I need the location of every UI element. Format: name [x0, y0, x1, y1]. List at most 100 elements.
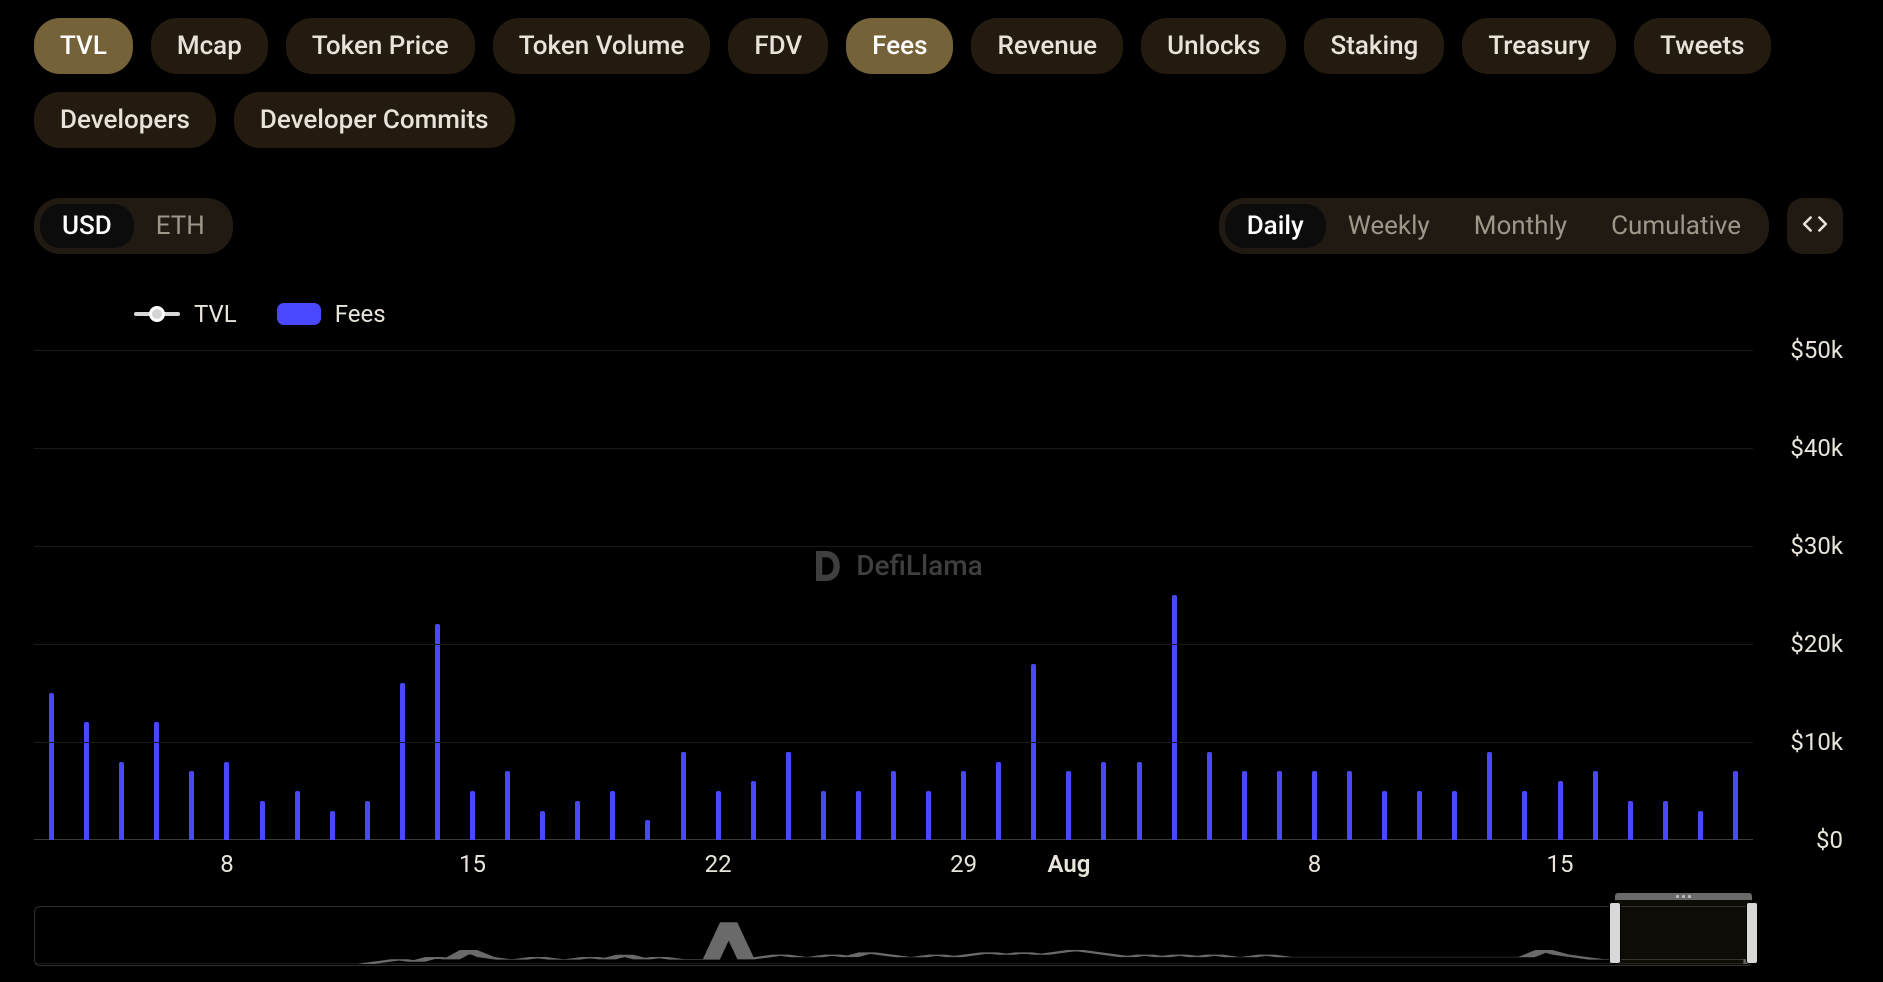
fees-bar[interactable]	[435, 624, 440, 840]
currency-switch: USDETH	[34, 198, 233, 254]
interval-option-monthly[interactable]: Monthly	[1452, 204, 1589, 248]
fees-bar[interactable]	[330, 811, 335, 840]
metric-tab-developers[interactable]: Developers	[34, 92, 216, 148]
legend-label: TVL	[194, 300, 237, 328]
metric-tab-tweets[interactable]: Tweets	[1634, 18, 1770, 74]
metric-tab-fdv[interactable]: FDV	[728, 18, 828, 74]
chart-y-axis: $0$10k$20k$30k$40k$50k	[1753, 350, 1843, 840]
fees-bar[interactable]	[505, 771, 510, 840]
fees-bar[interactable]	[575, 801, 580, 840]
fees-bar[interactable]	[1452, 791, 1457, 840]
fees-bar[interactable]	[365, 801, 370, 840]
fees-bar[interactable]	[49, 693, 54, 840]
metric-tab-tvl[interactable]: TVL	[34, 18, 133, 74]
fees-bar[interactable]	[154, 722, 159, 840]
fees-bar[interactable]	[189, 771, 194, 840]
chart-plot[interactable]: DefiLlama	[34, 350, 1753, 840]
metric-tabs-row-2: Developers Developer Commits	[34, 92, 1843, 148]
fees-bar[interactable]	[1698, 811, 1703, 840]
chart-controls-row: USDETH DailyWeeklyMonthlyCumulative	[34, 198, 1843, 254]
fees-bar[interactable]	[856, 791, 861, 840]
metric-tab-developer-commits[interactable]: Developer Commits	[234, 92, 515, 148]
chart-legend: TVL Fees	[134, 300, 1843, 328]
fees-bar[interactable]	[1558, 781, 1563, 840]
fees-bar[interactable]	[224, 762, 229, 840]
metric-tabs-row-1: TVL Mcap Token Price Token Volume FDV Fees Rev…	[34, 18, 1843, 74]
y-tick-label: $0	[1802, 826, 1843, 854]
y-tick-label: $20k	[1776, 630, 1843, 658]
x-tick-label: 15	[459, 850, 486, 878]
chart-area: DefiLlama $0$10k$20k$30k$40k$50k	[34, 350, 1843, 840]
y-tick-label: $10k	[1776, 728, 1843, 756]
metric-tab-mcap[interactable]: Mcap	[151, 18, 268, 74]
fees-bar[interactable]	[751, 781, 756, 840]
fees-bar[interactable]	[961, 771, 966, 840]
x-tick-label: 8	[220, 850, 234, 878]
currency-option-usd[interactable]: USD	[40, 204, 134, 248]
fees-bar[interactable]	[1487, 752, 1492, 840]
legend-marker-bar	[277, 303, 321, 325]
fees-bar[interactable]	[1312, 771, 1317, 840]
metric-tab-treasury[interactable]: Treasury	[1462, 18, 1616, 74]
brush-sparkline	[35, 920, 1752, 964]
embed-button[interactable]	[1787, 198, 1843, 254]
fees-bar[interactable]	[786, 752, 791, 840]
fees-bar[interactable]	[119, 762, 124, 840]
x-tick-label: Aug	[1047, 850, 1090, 878]
fees-bar[interactable]	[1137, 762, 1142, 840]
fees-bar[interactable]	[540, 811, 545, 840]
fees-bar[interactable]	[1242, 771, 1247, 840]
fees-bar[interactable]	[891, 771, 896, 840]
metric-tab-token-price[interactable]: Token Price	[286, 18, 475, 74]
fees-bar[interactable]	[645, 820, 650, 840]
fees-bar[interactable]	[1593, 771, 1598, 840]
interval-option-weekly[interactable]: Weekly	[1326, 204, 1452, 248]
fees-bar[interactable]	[1417, 791, 1422, 840]
metric-tab-token-volume[interactable]: Token Volume	[493, 18, 711, 74]
brush-handle-right[interactable]	[1746, 902, 1758, 964]
code-icon	[1802, 211, 1828, 241]
fees-bar[interactable]	[681, 752, 686, 840]
chart-x-axis: 8152229Aug815	[34, 840, 1753, 886]
fees-bar[interactable]	[1207, 752, 1212, 840]
fees-bar[interactable]	[84, 722, 89, 840]
fees-bar[interactable]	[610, 791, 615, 840]
fees-bar[interactable]	[295, 791, 300, 840]
metric-tab-staking[interactable]: Staking	[1304, 18, 1444, 74]
brush-selection[interactable]	[1615, 900, 1752, 966]
fees-bar[interactable]	[470, 791, 475, 840]
currency-option-eth[interactable]: ETH	[134, 204, 227, 248]
y-tick-label: $50k	[1776, 336, 1843, 364]
fees-bar[interactable]	[1663, 801, 1668, 840]
fees-bar[interactable]	[1101, 762, 1106, 840]
fees-bar[interactable]	[716, 791, 721, 840]
fees-bar[interactable]	[400, 683, 405, 840]
x-tick-label: 8	[1308, 850, 1322, 878]
brush-handle-left[interactable]	[1609, 902, 1621, 964]
fees-bar[interactable]	[926, 791, 931, 840]
interval-option-cumulative[interactable]: Cumulative	[1589, 204, 1763, 248]
fees-bar[interactable]	[1277, 771, 1282, 840]
fees-bar[interactable]	[996, 762, 1001, 840]
metric-tab-unlocks[interactable]: Unlocks	[1141, 18, 1286, 74]
fees-bar[interactable]	[1172, 595, 1177, 840]
fees-bar[interactable]	[1733, 771, 1738, 840]
fees-bar[interactable]	[260, 801, 265, 840]
fees-bar[interactable]	[821, 791, 826, 840]
x-tick-label: 22	[705, 850, 732, 878]
chart-range-brush[interactable]	[34, 906, 1753, 966]
legend-label: Fees	[335, 300, 386, 328]
legend-item-tvl[interactable]: TVL	[134, 300, 237, 328]
metric-tab-fees[interactable]: Fees	[846, 18, 953, 74]
fees-bar[interactable]	[1066, 771, 1071, 840]
fees-bar[interactable]	[1628, 801, 1633, 840]
fees-bar[interactable]	[1522, 791, 1527, 840]
fees-bar[interactable]	[1382, 791, 1387, 840]
fees-bar[interactable]	[1031, 664, 1036, 840]
metric-tab-revenue[interactable]: Revenue	[971, 18, 1123, 74]
fees-bar[interactable]	[1347, 771, 1352, 840]
legend-item-fees[interactable]: Fees	[277, 300, 386, 328]
y-tick-label: $30k	[1776, 532, 1843, 560]
interval-option-daily[interactable]: Daily	[1225, 204, 1326, 248]
y-tick-label: $40k	[1776, 434, 1843, 462]
